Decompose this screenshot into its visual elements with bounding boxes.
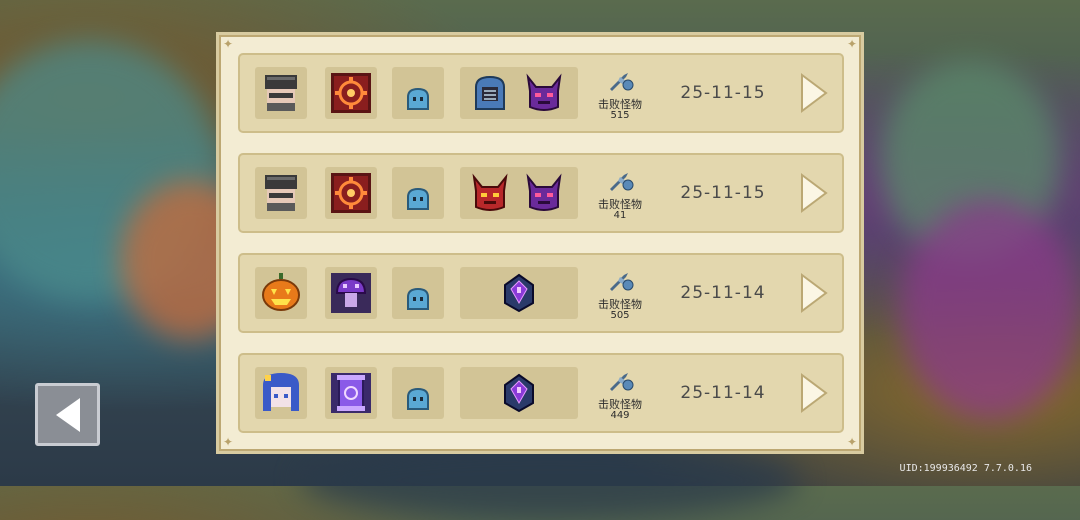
character-slot xyxy=(255,367,307,419)
arrow-right-icon[interactable] xyxy=(798,73,828,113)
dark-crystal-icon xyxy=(504,273,534,313)
pumpkin-head-icon xyxy=(262,273,300,311)
character-slot xyxy=(255,67,307,119)
corner-ornament-icon: ✦ xyxy=(846,37,858,51)
corner-ornament-icon: ✦ xyxy=(846,435,858,449)
blue-hair-girl-icon xyxy=(263,373,299,411)
record-row[interactable]: 击败怪物 449 25-11-14 xyxy=(238,353,844,433)
red-rune-icon xyxy=(331,73,371,113)
kill-count: 515 xyxy=(610,110,630,121)
corner-ornament-icon: ✦ xyxy=(222,37,234,51)
kill-count: 449 xyxy=(610,410,630,421)
arrow-right-icon[interactable] xyxy=(798,273,828,313)
boss-slot xyxy=(460,367,578,419)
arrow-left-icon xyxy=(56,398,80,432)
corner-ornament-icon: ✦ xyxy=(222,435,234,449)
arrow-right-icon[interactable] xyxy=(798,373,828,413)
arrow-right-icon[interactable] xyxy=(798,173,828,213)
record-date: 25-11-15 xyxy=(680,83,766,103)
pet-slot xyxy=(392,167,444,219)
blue-slime-icon xyxy=(407,87,429,110)
pet-slot xyxy=(392,367,444,419)
sword-shield-icon xyxy=(610,73,634,91)
record-date: 25-11-14 xyxy=(680,283,766,303)
background-art xyxy=(900,200,1080,420)
kill-count: 41 xyxy=(613,210,627,221)
red-rune-icon xyxy=(331,173,371,213)
pet-slot xyxy=(392,267,444,319)
boss-slot xyxy=(460,67,578,119)
pet-slot xyxy=(392,67,444,119)
weapon-slot xyxy=(325,367,377,419)
record-row[interactable]: 击败怪物 515 25-11-15 xyxy=(238,53,844,133)
record-date: 25-11-15 xyxy=(680,183,766,203)
blue-slime-icon xyxy=(407,287,429,310)
purple-demon-icon xyxy=(526,173,562,211)
record-row[interactable]: 击败怪物 41 25-11-15 xyxy=(238,153,844,233)
uid-version-label: UID:199936492 7.7.0.16 xyxy=(899,463,1032,474)
dark-crystal-icon xyxy=(504,373,534,413)
boss-slot xyxy=(460,267,578,319)
purple-scroll-icon xyxy=(331,373,371,413)
blue-slime-icon xyxy=(407,187,429,210)
masked-knight-icon xyxy=(265,75,297,111)
character-slot xyxy=(255,167,307,219)
character-slot xyxy=(255,267,307,319)
sword-shield-icon xyxy=(610,273,634,291)
weapon-slot xyxy=(325,267,377,319)
masked-knight-icon xyxy=(265,175,297,211)
sword-shield-icon xyxy=(610,173,634,191)
record-date: 25-11-14 xyxy=(680,383,766,403)
blue-knight-helmet-icon xyxy=(475,75,505,110)
boss-slot xyxy=(460,167,578,219)
record-row[interactable]: 击败怪物 505 25-11-14 xyxy=(238,253,844,333)
sword-shield-icon xyxy=(610,373,634,391)
red-demon-icon xyxy=(472,173,508,211)
weapon-slot xyxy=(325,167,377,219)
weapon-slot xyxy=(325,67,377,119)
purple-demon-icon xyxy=(526,73,562,111)
battle-records-panel: ✦ ✦ ✦ ✦ 击败怪物 515 25-11-15 击败怪物 41 25-11-… xyxy=(216,32,864,454)
blue-slime-icon xyxy=(407,387,429,410)
purple-mushroom-icon xyxy=(331,273,371,313)
back-button[interactable] xyxy=(35,383,100,446)
kill-count: 505 xyxy=(610,310,630,321)
